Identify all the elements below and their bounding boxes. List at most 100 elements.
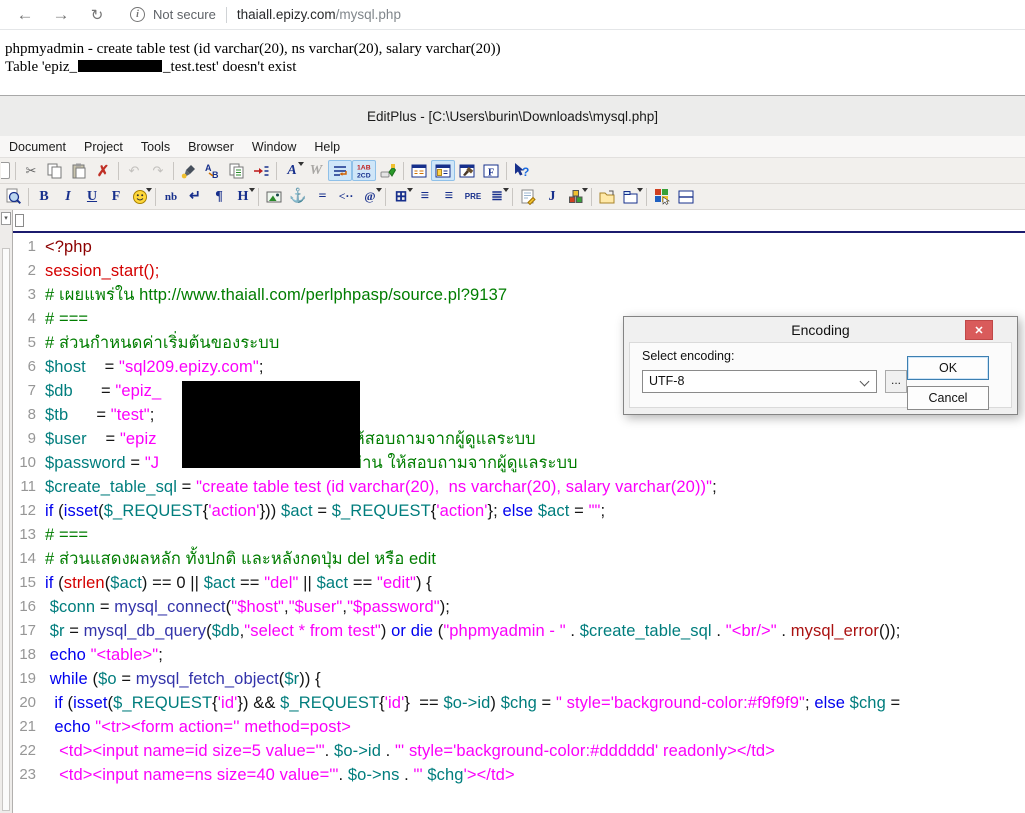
list-icon[interactable]: ≣ [485,186,509,207]
underline-icon[interactable]: U [80,186,104,207]
reload-icon[interactable]: ↻ [86,6,108,24]
smiley-icon[interactable] [128,186,152,207]
goto-line-icon[interactable] [249,160,273,181]
menu-help[interactable]: Help [305,138,349,156]
paragraph-icon[interactable]: ¶ [207,186,231,207]
copy-icon[interactable] [43,160,67,181]
bold-icon[interactable]: B [32,186,56,207]
svg-text:?: ? [522,165,529,179]
back-icon[interactable]: ← [14,5,36,25]
code-line[interactable]: 2 session_start(); [13,259,1025,283]
replace-icon[interactable]: AB [201,160,225,181]
code-line[interactable]: 3 # เผยแพร่ใน http://www.thaiall.com/perl… [13,283,1025,307]
code-line[interactable]: 19 while ($o = mysql_fetch_object($r)) { [13,667,1025,691]
objects-icon[interactable] [564,186,588,207]
cliptext-combo-icon[interactable]: ▾ [1,212,11,225]
font-tag-icon[interactable]: F [104,186,128,207]
image-icon[interactable] [262,186,286,207]
document-folder-icon[interactable] [595,186,619,207]
code-line[interactable]: 18 echo "<table>"; [13,643,1025,667]
word-wrap-icon[interactable] [328,160,352,181]
code-line[interactable]: 15 if (strlen($act) == 0 || $act == "del"… [13,571,1025,595]
chevron-down-icon[interactable] [859,376,870,387]
preformatted-icon[interactable]: PRE [461,186,485,207]
redo-icon[interactable]: ↷ [146,160,170,181]
email-link-icon[interactable]: @ [358,186,382,207]
line-number: 5 [27,334,36,351]
italic-icon[interactable]: I [56,186,80,207]
encoding-combobox[interactable]: UTF-8 [642,370,877,393]
close-icon[interactable]: ✕ [965,320,993,340]
split-window-icon[interactable] [674,186,698,207]
menu-browser[interactable]: Browser [179,138,243,156]
menu-project[interactable]: Project [75,138,132,156]
code-line[interactable]: 12 if (isset($_REQUEST{'action'})) $act =… [13,499,1025,523]
code-line[interactable]: 23 <td><input name=ns size=40 value='". … [13,763,1025,787]
horizontal-rule-icon[interactable]: = [310,186,334,207]
find-icon[interactable] [177,160,201,181]
code-line[interactable]: 1 <?php [13,235,1025,259]
code-line[interactable]: 21 echo "<tr><form action='' method=post… [13,715,1025,739]
find-in-files-icon[interactable] [225,160,249,181]
code-text: echo "<tr><form action='' method=post> [54,718,352,736]
code-line[interactable]: 16 $conn = mysql_connect("$host","$user"… [13,595,1025,619]
code-line[interactable]: 20 if (isset($_REQUEST{'id'}) && $_REQUE… [13,691,1025,715]
menu-document[interactable]: Document [0,138,75,156]
script-icon[interactable] [516,186,540,207]
document-tabs-icon[interactable] [619,186,643,207]
code-line[interactable]: 14 # ส่วนแสดงผลหลัก ทั้งปกติ และหลังกดปุ่… [13,547,1025,571]
cancel-button[interactable]: Cancel [907,386,989,410]
heading-icon[interactable]: H [231,186,255,207]
table-icon[interactable]: ⊞ [389,186,413,207]
cliptext-panel-collapsed[interactable]: ▾ [0,210,13,813]
align-center-icon[interactable]: ≡ [413,186,437,207]
paste-icon[interactable] [67,160,91,181]
java-applet-icon[interactable]: J [540,186,564,207]
window-title: EditPlus - [C:\Users\burin\Downloads\mys… [366,108,659,124]
delete-icon[interactable]: ✗ [91,160,115,181]
url-path[interactable]: /mysql.php [336,7,401,22]
url-divider [225,6,227,23]
url-host[interactable]: thaiall.epizy.com [237,7,336,22]
code-line[interactable]: 9 $user = "epiz ช้ ให้สอบถามจากผู้ดูแลระบบ [13,427,1025,451]
windows-logo-icon[interactable] [650,186,674,207]
anchor-icon[interactable]: ⚓ [286,186,310,207]
code-line[interactable]: 13 # === [13,523,1025,547]
code-line[interactable]: 11 $create_table_sql = "create table test… [13,475,1025,499]
toggle-output-window-icon[interactable] [455,160,479,181]
ok-button[interactable]: OK [907,356,989,380]
font-icon[interactable]: A [280,160,304,181]
code-text: $r = mysql_db_query($db,"select * from t… [49,622,901,640]
marker-icon[interactable] [376,160,400,181]
toggle-function-list-icon[interactable]: F [479,160,503,181]
code-line[interactable]: 22 <td><input name=id size=5 value='". $… [13,739,1025,763]
toggle-cliptext-icon[interactable] [431,160,455,181]
nonbreaking-space-icon[interactable]: nb [159,186,183,207]
browse-encodings-button[interactable]: ... [885,370,907,393]
toolbar-separator [403,161,404,180]
sort-icon[interactable]: 1AB 2CD [352,160,376,181]
browser-preview-icon[interactable] [1,186,25,207]
code-line[interactable]: 17 $r = mysql_db_query($db,"select * fro… [13,619,1025,643]
code-text: # === [45,310,89,328]
menu-tools[interactable]: Tools [132,138,179,156]
new-document-icon[interactable] [1,162,10,179]
editor-region: ▾ ----+----1----+----2----+----3----+---… [0,210,1025,813]
not-secure-label[interactable]: Not secure [153,7,216,22]
code-line[interactable]: 10 $password = "J สผ่าน ให้สอบถามจากผู้ดูแ… [13,451,1025,475]
forward-icon[interactable]: → [50,5,72,25]
toggle-doc-selector-icon[interactable] [407,160,431,181]
cut-icon[interactable]: ✂ [19,160,43,181]
align-right-icon[interactable]: ≡ [437,186,461,207]
menu-window[interactable]: Window [243,138,305,156]
info-icon[interactable]: i [130,7,145,22]
context-help-icon[interactable]: ? [510,160,534,181]
line-number: 12 [19,502,36,519]
tag-icon[interactable]: <·· [334,186,358,207]
fullwidth-icon[interactable]: W [304,160,328,181]
code-text: # เผยแพร่ใน http://www.thaiall.com/perlp… [45,286,508,304]
address-bar[interactable]: thaiall.epizy.com/mysql.php [237,7,401,22]
undo-icon[interactable]: ↶ [122,160,146,181]
line-break-icon[interactable]: ↵ [183,186,207,207]
code-text: if (isset($_REQUEST{'id'}) && $_REQUEST{… [54,694,901,712]
